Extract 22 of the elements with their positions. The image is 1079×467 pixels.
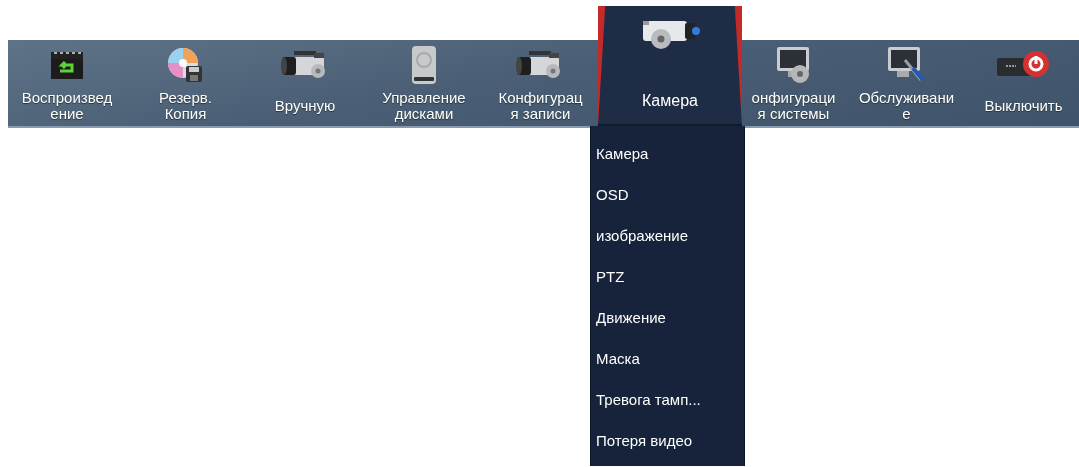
disc-floppy-icon [167, 47, 204, 83]
toolbar-button[interactable]: Выключить [984, 44, 1063, 126]
menu-item[interactable]: Камера [596, 144, 744, 185]
toolbar-button[interactable]: Управление дисками [382, 44, 466, 126]
toolbar-button[interactable]: Резерв. Копия [159, 44, 212, 126]
selected-tab[interactable]: Камера [598, 6, 742, 126]
menu-item[interactable]: Маска [596, 349, 744, 390]
tab-label: Камера [642, 92, 698, 110]
clapperboard-icon [50, 50, 84, 80]
menu-item[interactable]: изображение [596, 226, 744, 267]
toolbar-button[interactable]: Воспроизвед ение [21, 44, 113, 126]
toolbar-button[interactable]: онфигураци я системы [751, 44, 836, 126]
toolbar-button[interactable]: Обслуживани е [858, 44, 955, 126]
toolbar-button[interactable]: Вручную [274, 44, 336, 126]
menu-item[interactable]: OSD [596, 185, 744, 226]
menu-item[interactable]: Тревога тамп... [596, 390, 744, 431]
menu-item[interactable]: Движение [596, 308, 744, 349]
hard-drive-icon [410, 45, 438, 85]
toolbar-button[interactable]: Конфигурац я записи [498, 44, 583, 126]
menu-item[interactable]: PTZ [596, 267, 744, 308]
menu-item[interactable]: Потеря видео [596, 431, 744, 467]
device-power-icon [996, 50, 1051, 80]
